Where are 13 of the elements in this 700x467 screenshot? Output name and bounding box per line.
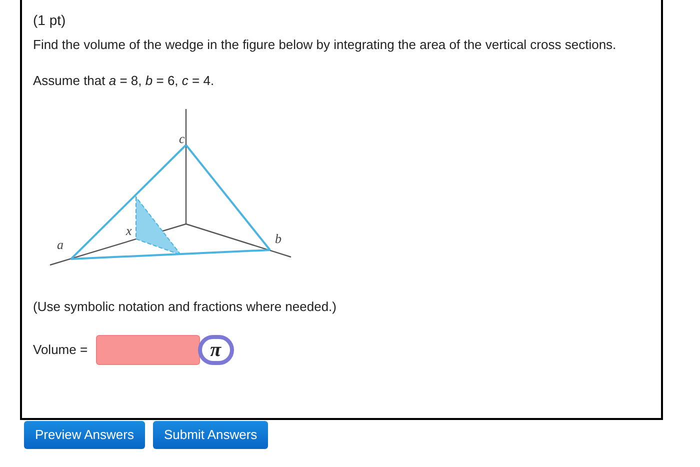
math-symbol-button[interactable]: π [198, 334, 234, 364]
answer-field[interactable] [96, 334, 200, 364]
assumption-text: Assume that a = 8, b = 6, c = 4. [33, 72, 216, 90]
figure-label: b [275, 232, 282, 245]
figure-label: c [179, 132, 185, 145]
volume-label: Volume = [33, 340, 88, 359]
question-text: Find the volume of the wedge in the figure below by integrating the area of the vertical cross sections. [33, 36, 618, 54]
points-text: (1 pt) [33, 11, 67, 30]
hint-text: (Use symbolic notation and fractions where needed.) [33, 298, 338, 316]
figure-label: a [57, 238, 64, 251]
preview-button[interactable]: Preview Answers [24, 421, 145, 449]
figure-label: x [126, 224, 132, 237]
submit-button[interactable]: Submit Answers [152, 421, 268, 449]
